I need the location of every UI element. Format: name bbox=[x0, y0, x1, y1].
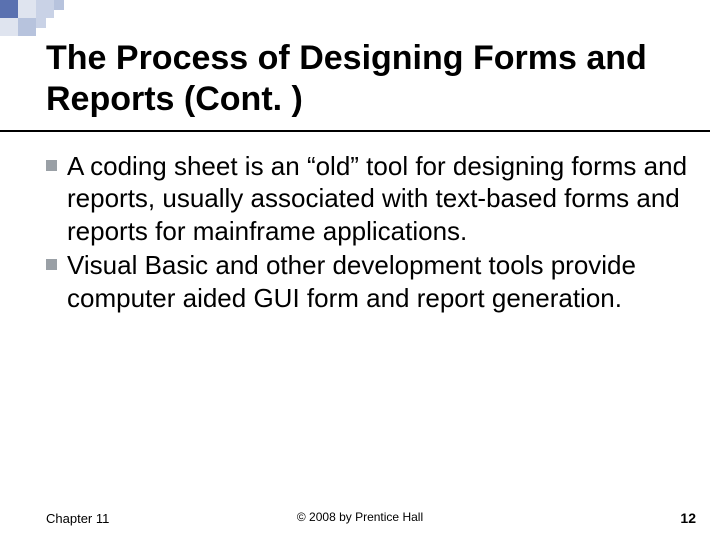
deco-square bbox=[54, 0, 64, 10]
bullet-text: A coding sheet is an “old” tool for desi… bbox=[67, 150, 690, 248]
slide-body: A coding sheet is an “old” tool for desi… bbox=[0, 132, 720, 315]
deco-square bbox=[36, 18, 46, 28]
deco-square bbox=[36, 0, 54, 18]
footer-copyright: © 2008 by Prentice Hall bbox=[297, 510, 423, 524]
list-item: Visual Basic and other development tools… bbox=[46, 249, 690, 314]
deco-square bbox=[0, 0, 18, 18]
list-item: A coding sheet is an “old” tool for desi… bbox=[46, 150, 690, 248]
slide-footer: Chapter 11 © 2008 by Prentice Hall 12 bbox=[0, 510, 720, 526]
bullet-text: Visual Basic and other development tools… bbox=[67, 249, 690, 314]
deco-square bbox=[18, 18, 36, 36]
footer-chapter: Chapter 11 bbox=[46, 511, 109, 526]
deco-square bbox=[0, 18, 18, 36]
square-bullet-icon bbox=[46, 160, 57, 171]
square-bullet-icon bbox=[46, 259, 57, 270]
corner-decoration bbox=[0, 0, 120, 40]
deco-square bbox=[18, 0, 36, 18]
footer-page-number: 12 bbox=[680, 510, 696, 526]
